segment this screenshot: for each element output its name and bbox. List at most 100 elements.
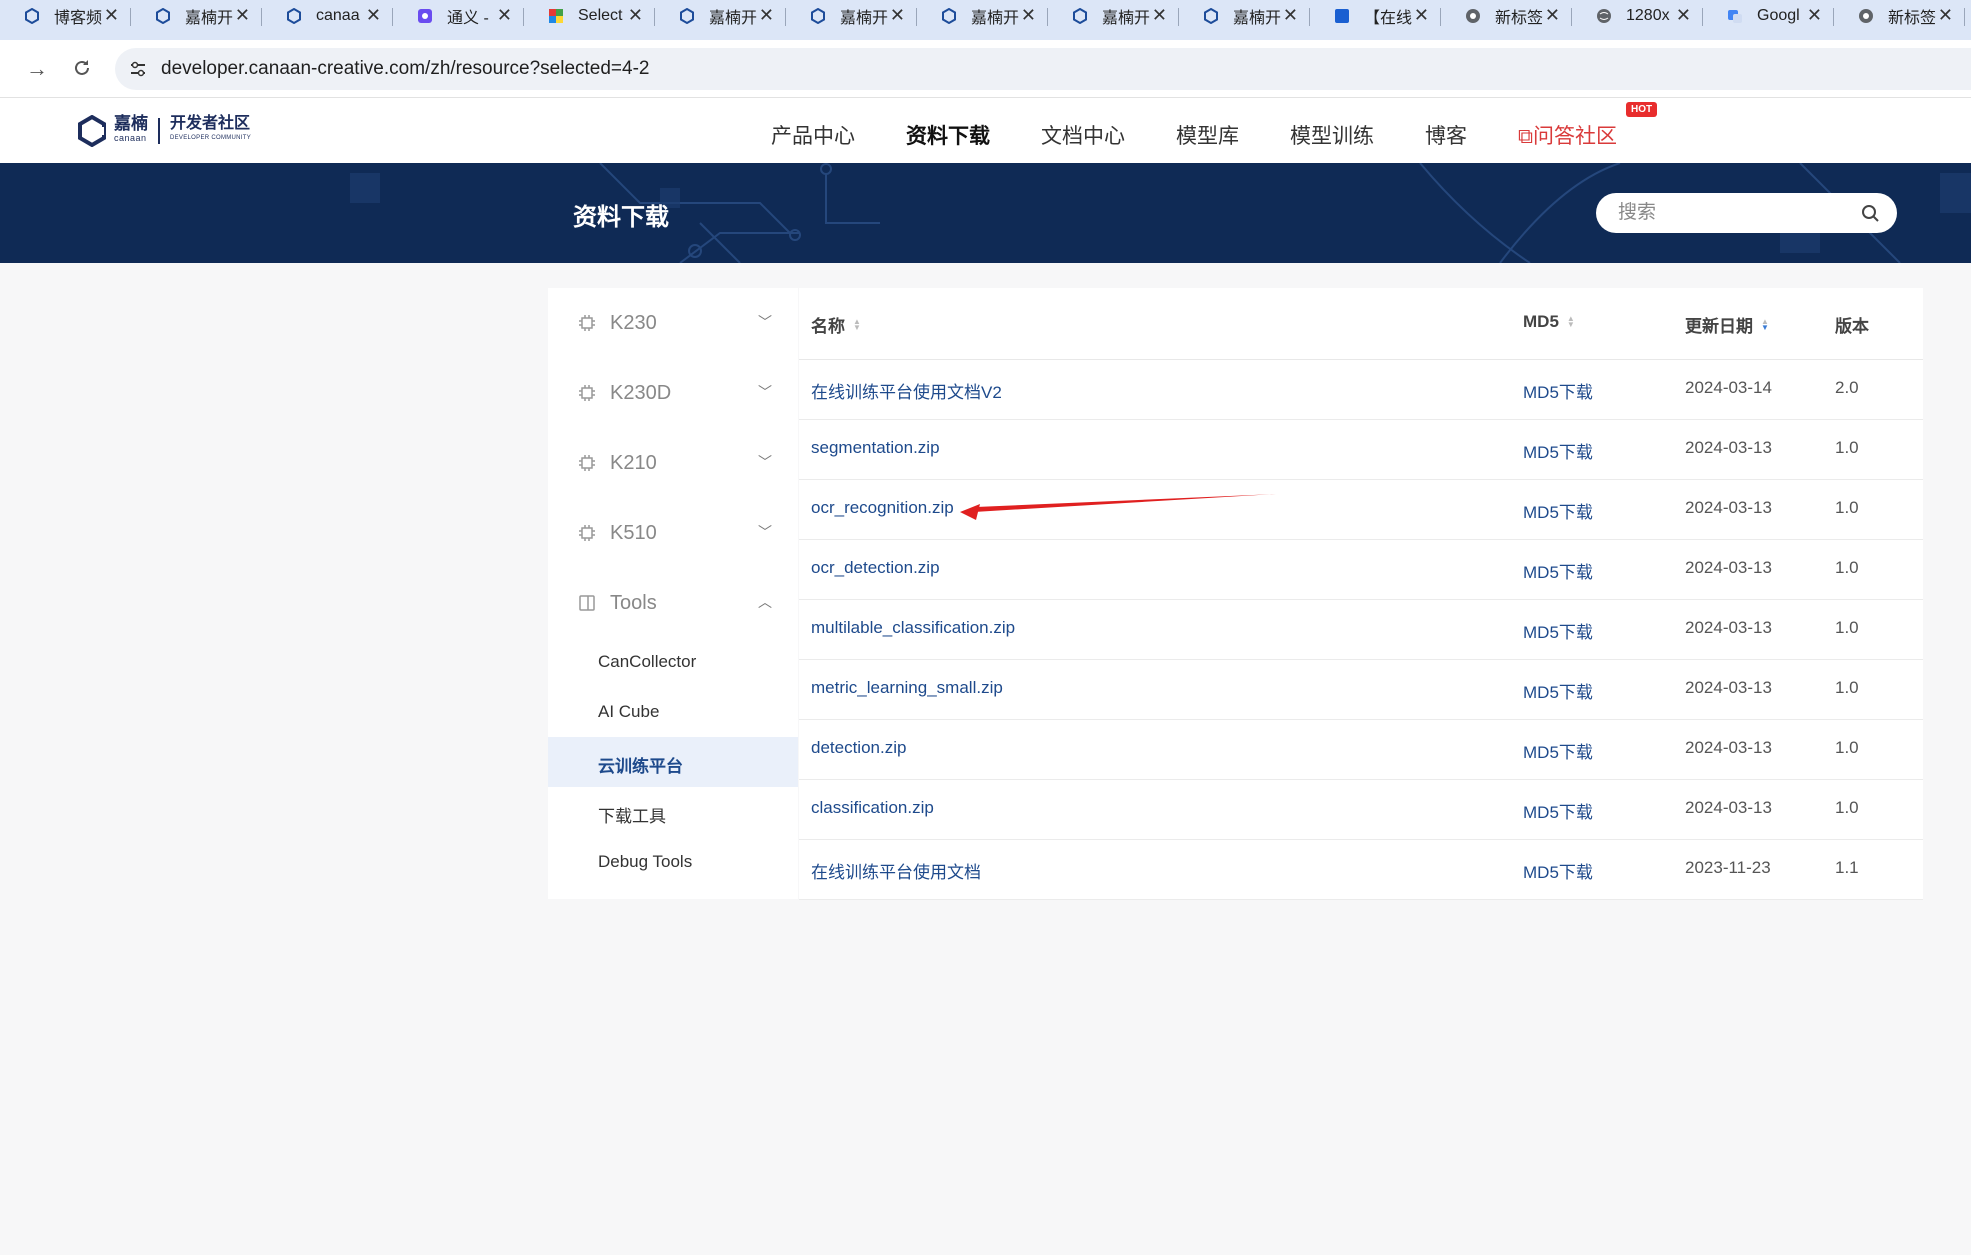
close-icon[interactable]: ✕ [497,5,512,26]
browser-tab[interactable]: 嘉楠开 ✕ [655,0,786,32]
reload-icon[interactable] [72,58,92,78]
site-logo[interactable]: 嘉楠 canaan 开发者社区 DEVELOPER COMMUNITY [76,114,251,148]
sidebar-item-download-tool[interactable]: 下载工具 [548,787,798,837]
chip-icon [579,385,595,401]
file-name-link[interactable]: detection.zip [811,738,906,758]
browser-tab[interactable]: 【在线 ✕ [1310,0,1441,32]
nav-model-zoo[interactable]: 模型库 [1176,120,1239,150]
md5-download-link[interactable]: MD5下载 [1523,798,1593,823]
sidebar-item-cancollector[interactable]: CanCollector [548,637,798,687]
sidebar-item-label: 下载工具 [598,807,666,826]
close-icon[interactable]: ✕ [1807,5,1822,26]
md5-download-link[interactable]: MD5下载 [1523,378,1593,403]
browser-tab[interactable]: 1280x ✕ [1572,0,1703,32]
md5-download-link[interactable]: MD5下载 [1523,678,1593,703]
browser-tab[interactable]: 新标签 ✕ [1834,0,1965,32]
color-blocks-icon [549,9,563,23]
nav-blog[interactable]: 博客 [1425,120,1467,150]
file-name-link[interactable]: metric_learning_small.zip [811,678,1003,698]
file-name-link[interactable]: ocr_recognition.zip [811,498,954,518]
file-name-link[interactable]: segmentation.zip [811,438,940,458]
canaan-icon [25,8,39,24]
site-settings-icon[interactable] [129,60,147,78]
tab-label: 嘉楠开 [1233,10,1282,27]
sidebar-item-cloud-training[interactable]: 云训练平台 [548,737,798,787]
close-icon[interactable]: ✕ [366,5,381,26]
version: 1.0 [1835,498,1859,517]
search-box[interactable] [1596,193,1897,233]
nav-products[interactable]: 产品中心 [771,120,855,150]
sidebar-group-label: K230 [610,312,657,334]
close-icon[interactable]: ✕ [628,5,643,26]
md5-download-link[interactable]: MD5下载 [1523,618,1593,643]
sort-icon[interactable]: ▲ ▼ [1567,315,1575,329]
nav-downloads[interactable]: 资料下载 [906,120,990,150]
browser-tab[interactable]: 嘉楠开 ✕ [786,0,917,32]
logo-community-text: 开发者社区 [170,115,251,132]
column-header-name[interactable]: 名称 ▲ ▼ [811,312,861,337]
nav-docs[interactable]: 文档中心 [1041,120,1125,150]
close-icon[interactable]: ✕ [104,5,119,26]
url-field[interactable]: developer.canaan-creative.com/zh/resourc… [115,48,1971,90]
close-icon[interactable]: ✕ [1152,5,1167,26]
file-name-link[interactable]: 在线训练平台使用文档 [811,858,981,883]
column-header-date[interactable]: 更新日期 ▲ ▼ [1685,312,1769,337]
browser-tab[interactable]: Select ✕ [524,0,655,32]
close-icon[interactable]: ✕ [890,5,905,26]
url-text[interactable]: developer.canaan-creative.com/zh/resourc… [161,58,649,80]
sort-icon[interactable]: ▲ ▼ [1761,317,1769,331]
close-icon[interactable]: ✕ [1938,5,1953,26]
browser-tab[interactable]: 嘉楠开 ✕ [917,0,1048,32]
md5-download-link[interactable]: MD5下载 [1523,738,1593,763]
sidebar-group-k230[interactable]: K230 ﹀ [548,298,798,348]
file-name-link[interactable]: 在线训练平台使用文档V2 [811,378,1002,403]
file-name-link[interactable]: multilable_classification.zip [811,618,1015,638]
file-name-link[interactable]: ocr_detection.zip [811,558,940,578]
md5-download-link[interactable]: MD5下载 [1523,498,1593,523]
md5-download-link[interactable]: MD5下载 [1523,438,1593,463]
sort-icon[interactable]: ▲ ▼ [853,317,861,331]
sidebar-item-debug-tools[interactable]: Debug Tools [548,837,798,887]
browser-tab[interactable]: 新标签 ✕ [1441,0,1572,32]
canaan-icon [942,8,956,24]
table-row: 在线训练平台使用文档 MD5下载 2023-11-23 1.1 [799,840,1923,900]
browser-tab[interactable]: canaa ✕ [262,0,393,32]
close-icon[interactable]: ✕ [1021,5,1036,26]
search-input[interactable] [1618,201,1848,225]
close-icon[interactable]: ✕ [1414,5,1429,26]
browser-tab[interactable]: 博客频 ✕ [0,0,131,32]
version: 1.0 [1835,678,1859,697]
browser-tab[interactable]: 通义 - ✕ [393,0,524,32]
search-icon[interactable] [1860,203,1880,223]
sidebar-item-ai-cube[interactable]: AI Cube [548,687,798,737]
forward-icon[interactable]: → [26,56,48,82]
browser-tab[interactable]: 嘉楠开 ✕ [131,0,262,32]
md5-download-link[interactable]: MD5下载 [1523,858,1593,883]
md5-download-link[interactable]: MD5下载 [1523,558,1593,583]
nav-qa-community[interactable]: ⧉问答社区 [1518,120,1617,150]
sidebar-group-k230d[interactable]: K230D ﹀ [548,368,798,418]
column-header-version: 版本 [1835,312,1869,337]
close-icon[interactable]: ✕ [1676,5,1691,26]
browser-tab[interactable]: 嘉楠开 ✕ [1179,0,1310,32]
canaan-icon [156,8,170,24]
address-bar: → developer.canaan-creative.com/zh/resou… [0,40,1971,98]
close-icon[interactable]: ✕ [759,5,774,26]
sidebar-group-k210[interactable]: K210 ﹀ [548,438,798,488]
sidebar-group-tools[interactable]: Tools ︿ [548,578,798,628]
chevron-down-icon: ﹀ [758,314,772,330]
file-name-link[interactable]: classification.zip [811,798,934,818]
sidebar-group-k510[interactable]: K510 ﹀ [548,508,798,558]
update-date: 2024-03-13 [1685,438,1772,457]
update-date: 2024-03-13 [1685,558,1772,577]
close-icon[interactable]: ✕ [1545,5,1560,26]
table-row: multilable_classification.zip MD5下载 2024… [799,600,1923,660]
browser-tab[interactable]: Googl ✕ [1703,0,1834,32]
column-header-md5[interactable]: MD5 ▲ ▼ [1523,312,1575,332]
close-icon[interactable]: ✕ [235,5,250,26]
close-icon[interactable]: ✕ [1283,5,1298,26]
site-header: 嘉楠 canaan 开发者社区 DEVELOPER COMMUNITY 产品中心 资… [0,98,1971,163]
sidebar-group-label: K510 [610,522,657,544]
nav-model-training[interactable]: 模型训练 [1290,120,1374,150]
browser-tab[interactable]: 嘉楠开 ✕ [1048,0,1179,32]
